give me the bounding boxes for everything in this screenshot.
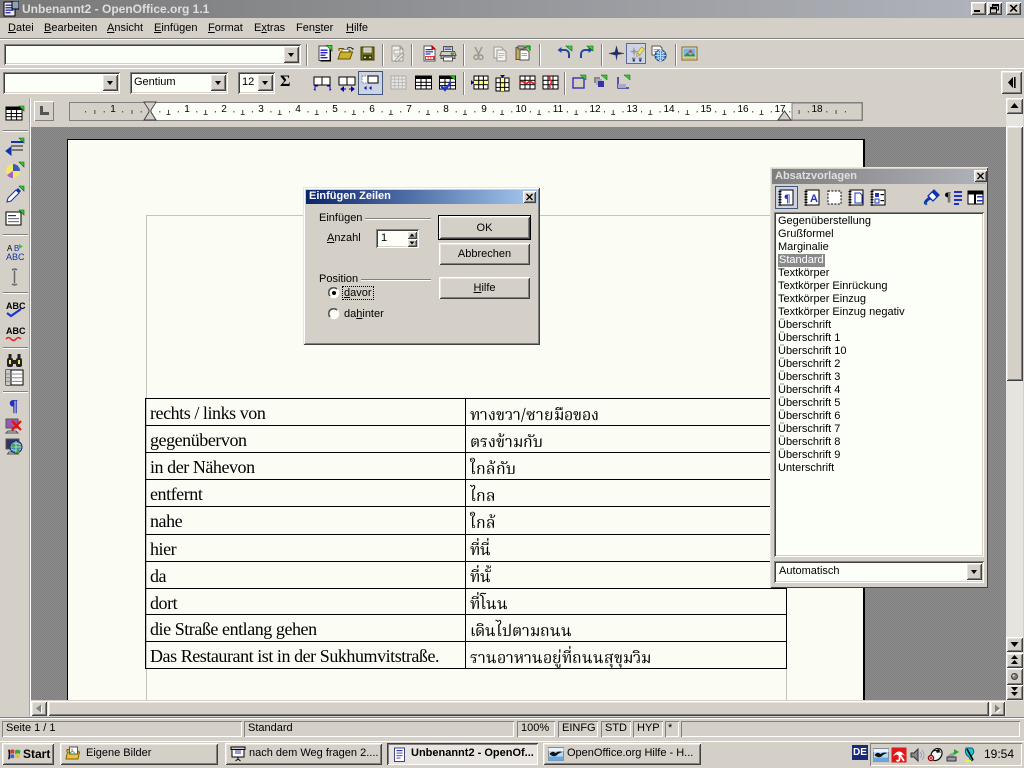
svg-text:¶: ¶ [784, 191, 790, 205]
svg-text:ABC: ABC [6, 301, 26, 311]
svg-text:¶: ¶ [945, 189, 951, 204]
svg-text:¶: ¶ [9, 396, 18, 415]
svg-text:ABC: ABC [6, 326, 26, 336]
svg-text:ABC: ABC [6, 252, 25, 262]
svg-text:A: A [810, 193, 818, 205]
